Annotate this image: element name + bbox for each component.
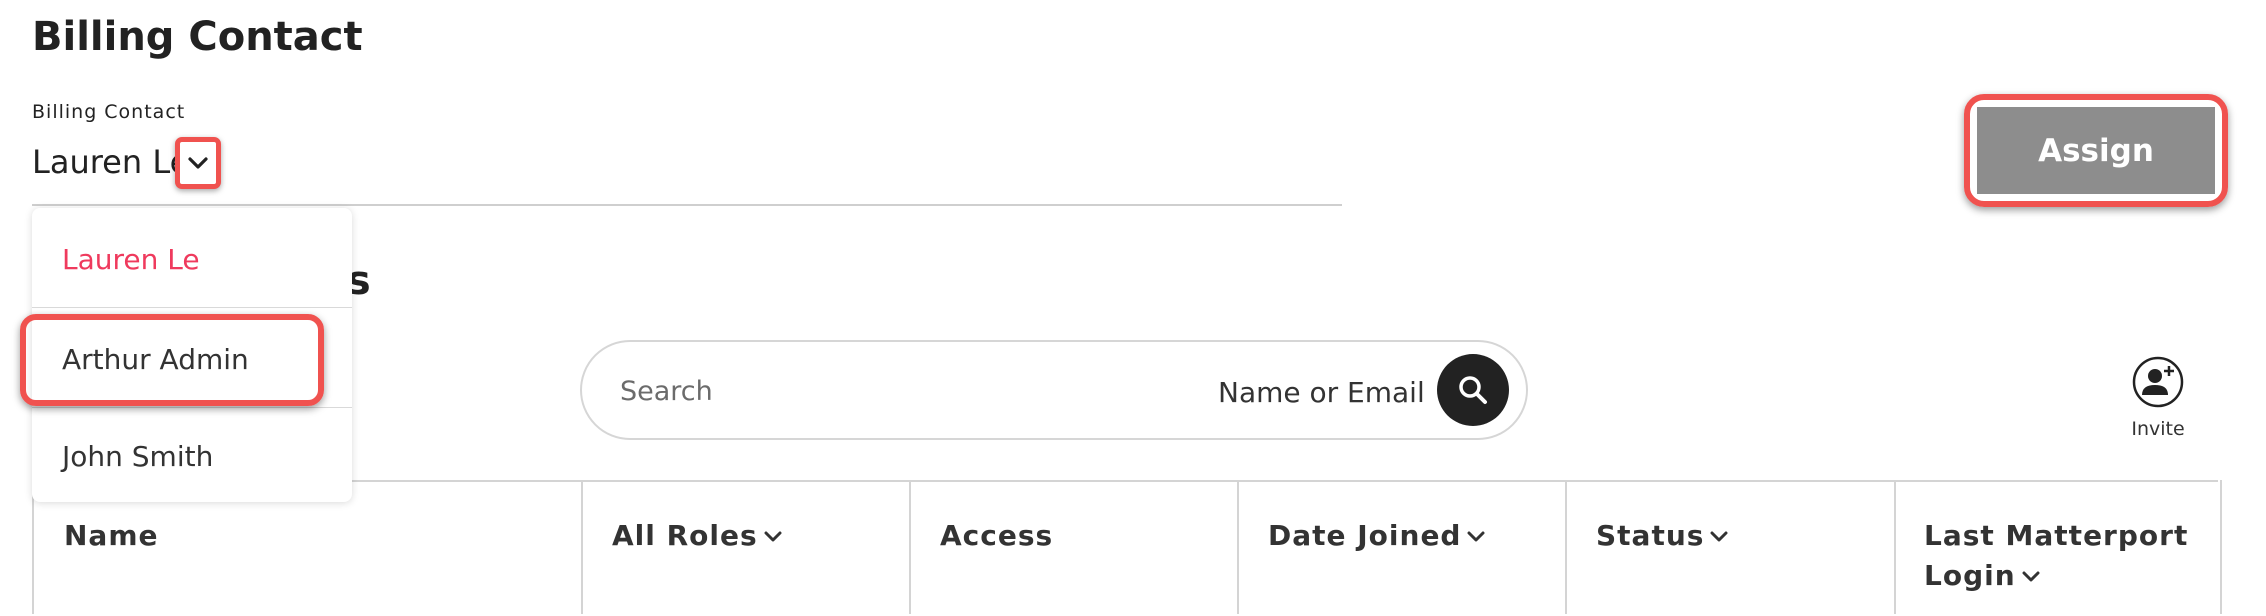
column-divider (1565, 480, 1567, 614)
invite-label: Invite (2131, 418, 2185, 440)
chevron-down-icon (1710, 531, 1728, 542)
search-button[interactable] (1437, 354, 1509, 426)
dropdown-option[interactable]: John Smith (32, 407, 352, 505)
column-divider (581, 480, 583, 614)
add-user-icon (2132, 356, 2184, 408)
column-divider (1894, 480, 1896, 614)
select-underline (32, 204, 1342, 206)
column-divider (909, 480, 911, 614)
users-table (32, 480, 2218, 616)
chevron-down-icon (1467, 531, 1485, 542)
column-header-name: Name (64, 519, 159, 552)
page-title: Billing Contact (32, 14, 363, 60)
billing-contact-selected[interactable]: Lauren Le (32, 143, 189, 181)
billing-contact-label: Billing Contact (32, 101, 186, 123)
search-hint: Name or Email (1218, 376, 1425, 409)
column-header-last-login[interactable]: Last Matterport Login (1924, 516, 2188, 596)
search-input[interactable] (618, 368, 1182, 414)
column-header-date-joined[interactable]: Date Joined (1268, 516, 1485, 556)
menu-divider (32, 307, 352, 308)
assign-button[interactable]: Assign (1977, 107, 2215, 194)
chevron-down-icon (188, 157, 208, 169)
billing-contact-dropdown-toggle[interactable] (175, 137, 221, 189)
column-header-access: Access (940, 519, 1054, 552)
column-header-status[interactable]: Status (1596, 516, 1728, 556)
column-divider (1237, 480, 1239, 614)
column-divider (2220, 480, 2222, 614)
search-icon (1459, 376, 1487, 404)
column-header-roles[interactable]: All Roles (612, 516, 782, 556)
chevron-down-icon (2022, 571, 2040, 582)
dropdown-option[interactable]: Lauren Le (32, 210, 352, 308)
option-highlight (20, 314, 324, 406)
chevron-down-icon (764, 531, 782, 542)
